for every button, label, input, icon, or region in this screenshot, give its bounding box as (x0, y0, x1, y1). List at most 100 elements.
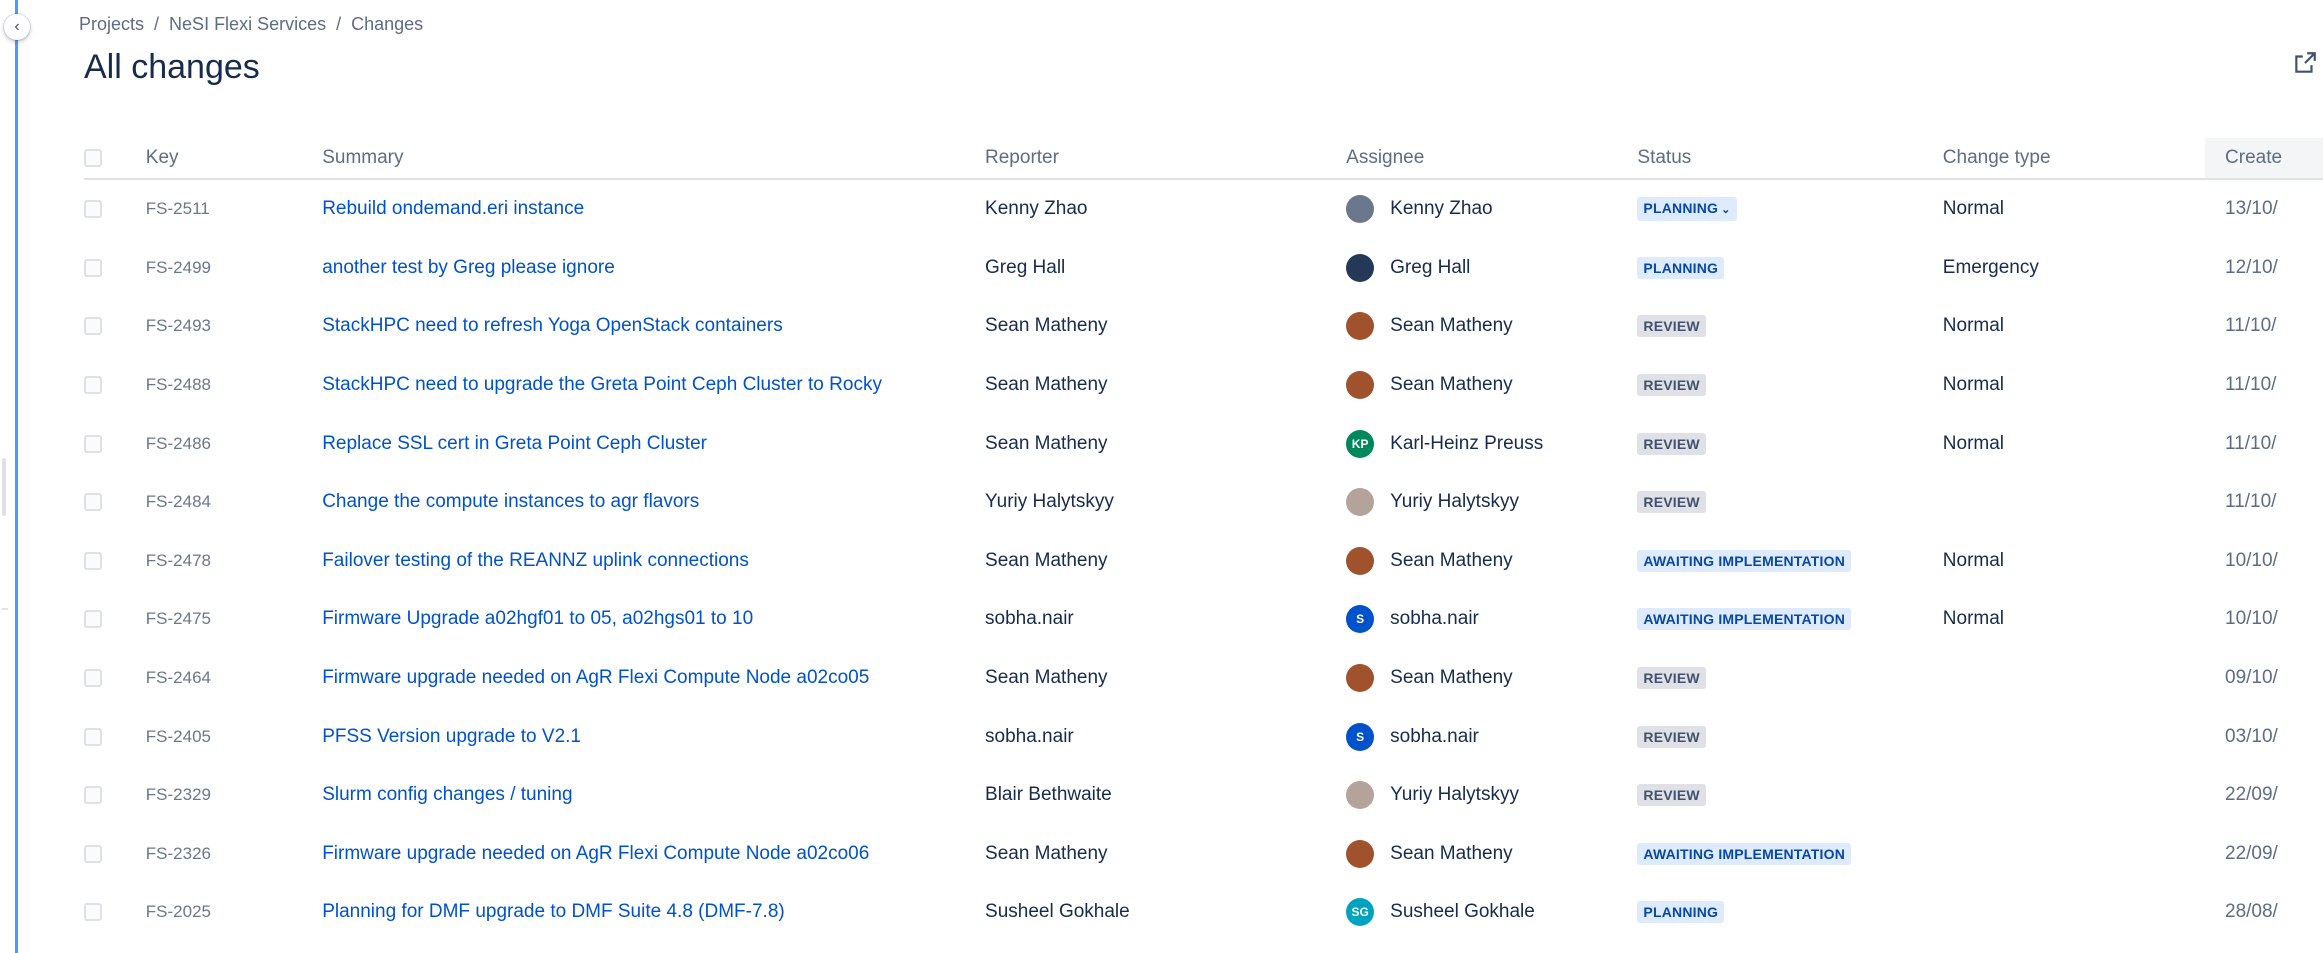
issue-key[interactable]: FS-2405 (146, 707, 322, 766)
change-type: Normal (1942, 198, 2005, 220)
issue-key[interactable]: FS-2475 (146, 590, 322, 649)
issue-summary-link[interactable]: Failover testing of the REANNZ uplink co… (322, 550, 749, 571)
table-row[interactable]: FS-2326 Firmware upgrade needed on AgR F… (84, 825, 2323, 884)
table-row[interactable]: FS-2405 PFSS Version upgrade to V2.1 sob… (84, 707, 2323, 766)
row-checkbox[interactable] (84, 786, 102, 805)
open-in-new-icon[interactable] (2292, 50, 2318, 76)
issue-summary-link[interactable]: Slurm config changes / tuning (322, 784, 572, 805)
status-badge[interactable]: REVIEW (1637, 432, 1706, 455)
status-badge[interactable]: PLANNING (1637, 256, 1725, 279)
issue-key[interactable]: FS-2484 (146, 473, 322, 532)
issue-summary-link[interactable]: PFSS Version upgrade to V2.1 (322, 726, 581, 747)
row-checkbox[interactable] (84, 317, 102, 336)
breadcrumb: Projects / NeSI Flexi Services / Changes (79, 14, 423, 35)
issue-key[interactable]: FS-2464 (146, 649, 322, 708)
column-header-key[interactable]: Key (145, 138, 323, 180)
created-date: 28/08/ (2225, 901, 2278, 923)
issue-summary-link[interactable]: Change the compute instances to agr flav… (322, 491, 699, 512)
issue-summary-link[interactable]: Firmware upgrade needed on AgR Flexi Com… (322, 667, 869, 688)
issue-summary-cell: Failover testing of the REANNZ uplink co… (322, 532, 985, 591)
created-date: 22/09/ (2225, 842, 2278, 864)
table-row[interactable]: FS-2511 Rebuild ondemand.eri instance Ke… (84, 179, 2323, 239)
sidebar-divider (2, 608, 8, 610)
status-badge[interactable]: AWAITING IMPLEMENTATION (1637, 549, 1852, 572)
column-header-change-type[interactable]: Change type (1942, 138, 2206, 180)
issue-key[interactable]: FS-2486 (146, 414, 322, 473)
issue-summary-link[interactable]: StackHPC need to refresh Yoga OpenStack … (322, 315, 783, 336)
row-checkbox[interactable] (84, 610, 102, 629)
status-badge[interactable]: PLANNING ⌄ (1637, 197, 1737, 222)
row-checkbox[interactable] (84, 903, 102, 922)
breadcrumb-changes[interactable]: Changes (351, 14, 423, 34)
assignee-cell: Greg Hall (1346, 239, 1637, 298)
column-header-summary[interactable]: Summary (322, 138, 986, 180)
issue-key[interactable]: FS-2493 (146, 297, 322, 356)
row-checkbox[interactable] (84, 493, 102, 512)
issue-summary-link[interactable]: another test by Greg please ignore (322, 257, 615, 278)
breadcrumb-project[interactable]: NeSI Flexi Services (169, 14, 326, 34)
status-badge[interactable]: REVIEW (1637, 315, 1706, 338)
table-row[interactable]: FS-2329 Slurm config changes / tuning Bl… (84, 766, 2323, 825)
status-badge[interactable]: REVIEW (1637, 725, 1706, 748)
status-badge[interactable]: REVIEW (1637, 784, 1706, 807)
issue-summary-link[interactable]: StackHPC need to upgrade the Greta Point… (322, 374, 882, 395)
table-row[interactable]: FS-2475 Firmware Upgrade a02hgf01 to 05,… (84, 590, 2323, 649)
collapse-sidebar-button[interactable]: ‹ (4, 14, 30, 40)
status-cell: REVIEW (1637, 473, 1942, 532)
status-badge[interactable]: REVIEW (1637, 374, 1706, 397)
row-checkbox[interactable] (84, 844, 102, 863)
avatar (1346, 488, 1375, 517)
column-header-assignee[interactable]: Assignee (1346, 138, 1638, 180)
column-header-reporter[interactable]: Reporter (985, 138, 1347, 180)
issue-summary-cell: another test by Greg please ignore (322, 239, 985, 298)
issue-summary-link[interactable]: Rebuild ondemand.eri instance (322, 198, 584, 219)
status-badge[interactable]: REVIEW (1637, 667, 1706, 690)
issue-key[interactable]: FS-2025 (146, 883, 322, 942)
row-checkbox[interactable] (84, 551, 102, 570)
issue-summary-link[interactable]: Firmware upgrade needed on AgR Flexi Com… (322, 843, 869, 864)
table-row[interactable]: FS-2493 StackHPC need to refresh Yoga Op… (84, 297, 2323, 356)
table-row[interactable]: FS-2464 Firmware upgrade needed on AgR F… (84, 649, 2323, 708)
issue-summary-link[interactable]: Replace SSL cert in Greta Point Ceph Clu… (322, 433, 707, 454)
issue-key[interactable]: FS-2329 (146, 766, 322, 825)
reporter: Sean Matheny (985, 549, 1108, 571)
status-badge[interactable]: AWAITING IMPLEMENTATION (1637, 842, 1852, 865)
row-checkbox[interactable] (84, 727, 102, 746)
row-checkbox[interactable] (84, 376, 102, 395)
row-checkbox[interactable] (84, 200, 102, 219)
status-badge[interactable]: REVIEW (1637, 491, 1706, 514)
breadcrumb-projects[interactable]: Projects (79, 14, 144, 34)
issue-summary-link[interactable]: Firmware Upgrade a02hgf01 to 05, a02hgs0… (322, 608, 753, 629)
table-row[interactable]: FS-2499 another test by Greg please igno… (84, 239, 2323, 298)
column-header-created[interactable]: Create (2205, 138, 2323, 180)
status-label: AWAITING IMPLEMENTATION (1643, 845, 1846, 862)
reporter: Sean Matheny (985, 432, 1108, 454)
status-label: AWAITING IMPLEMENTATION (1643, 552, 1846, 569)
issue-summary-link[interactable]: Planning for DMF upgrade to DMF Suite 4.… (322, 901, 785, 922)
status-badge[interactable]: PLANNING (1637, 901, 1725, 924)
created-date: 22/09/ (2225, 784, 2278, 806)
column-header-status[interactable]: Status (1637, 138, 1943, 180)
table-row[interactable]: FS-2486 Replace SSL cert in Greta Point … (84, 414, 2323, 473)
issue-key[interactable]: FS-2511 (146, 179, 322, 239)
row-checkbox[interactable] (84, 258, 102, 277)
table-row[interactable]: FS-2484 Change the compute instances to … (84, 473, 2323, 532)
issue-summary-cell: Change the compute instances to agr flav… (322, 473, 985, 532)
issue-key[interactable]: FS-2326 (146, 825, 322, 884)
issue-summary-cell: Replace SSL cert in Greta Point Ceph Clu… (322, 414, 985, 473)
sidebar-resize-handle[interactable] (2, 458, 6, 516)
select-all-checkbox[interactable] (84, 148, 102, 167)
issue-key[interactable]: FS-2488 (146, 356, 322, 415)
table-row[interactable]: FS-2478 Failover testing of the REANNZ u… (84, 532, 2323, 591)
table-row[interactable]: FS-2488 StackHPC need to upgrade the Gre… (84, 356, 2323, 415)
change-type: Emergency (1942, 256, 2039, 278)
issue-key[interactable]: FS-2478 (146, 532, 322, 591)
issue-key[interactable]: FS-2499 (146, 239, 322, 298)
issue-summary-cell: Rebuild ondemand.eri instance (322, 179, 985, 239)
change-type (1943, 649, 2205, 708)
status-badge[interactable]: AWAITING IMPLEMENTATION (1637, 608, 1852, 631)
row-checkbox[interactable] (84, 434, 102, 453)
row-checkbox[interactable] (84, 669, 102, 688)
table-row[interactable]: FS-2025 Planning for DMF upgrade to DMF … (84, 883, 2323, 942)
issue-summary-cell: StackHPC need to refresh Yoga OpenStack … (322, 297, 985, 356)
